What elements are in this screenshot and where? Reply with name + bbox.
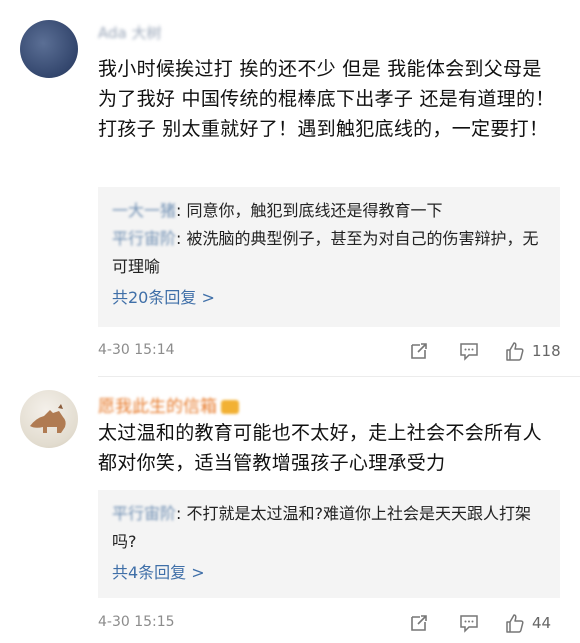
like-count: 44 <box>532 614 552 632</box>
view-more-replies-link[interactable]: 共20条回复 > <box>112 283 546 313</box>
wolf-icon <box>30 404 66 433</box>
comment-2: 愿我此生的信箱 太过温和的教育可能也不太好，走上社会不会所有人都对你笑，适当管教… <box>0 376 580 643</box>
comment-text: 太过温和的教育可能也不太好，走上社会不会所有人都对你笑，适当管教增强孩子心理承受… <box>98 422 542 474</box>
comment-icon[interactable] <box>458 612 480 634</box>
reply-username[interactable]: 一大一猪 <box>112 197 176 225</box>
share-icon[interactable] <box>408 340 430 362</box>
vip-badge-icon <box>221 400 239 414</box>
view-more-replies-link[interactable]: 共4条回复 > <box>112 558 546 588</box>
reply-item[interactable]: 平行宙阶: 不打就是太过温和?难道你上社会是天天跟人打架吗? <box>112 500 546 556</box>
username[interactable]: Ada 大树 <box>98 22 161 43</box>
like-icon[interactable] <box>504 340 526 362</box>
comment-meta: 4-30 15:15 44 <box>98 612 560 636</box>
comment-meta: 4-30 15:14 118 <box>98 340 561 364</box>
like-icon[interactable] <box>504 612 526 634</box>
share-icon[interactable] <box>408 612 430 634</box>
reply-box[interactable]: 平行宙阶: 不打就是太过温和?难道你上社会是天天跟人打架吗? 共4条回复 > <box>98 490 560 598</box>
reply-username[interactable]: 平行宙阶 <box>112 225 176 253</box>
reply-username[interactable]: 平行宙阶 <box>112 500 176 528</box>
reply-item[interactable]: 平行宙阶: 被洗脑的典型例子，甚至为对自己的伤害辩护，无可理喻 <box>112 225 546 281</box>
reply-box[interactable]: 一大一猪: 同意你，触犯到底线还是得教育一下 平行宙阶: 被洗脑的典型例子，甚至… <box>98 187 560 327</box>
comment-1: Ada 大树 我小时候挨过打 挨的还不少 但是 我能体会到父母是为了我好 中国传… <box>0 0 580 380</box>
username[interactable]: 愿我此生的信箱 <box>98 392 239 417</box>
like-count: 118 <box>532 342 561 360</box>
comment-icon[interactable] <box>458 340 480 362</box>
reply-item[interactable]: 一大一猪: 同意你，触犯到底线还是得教育一下 <box>112 197 546 225</box>
timestamp: 4-30 15:14 <box>98 342 175 358</box>
comment-text: 我小时候挨过打 挨的还不少 但是 我能体会到父母是为了我好 中国传统的棍棒底下出… <box>98 58 555 140</box>
timestamp: 4-30 15:15 <box>98 614 175 630</box>
reply-text: : 同意你，触犯到底线还是得教育一下 <box>176 201 443 220</box>
avatar[interactable] <box>20 390 78 448</box>
username-text[interactable]: 愿我此生的信箱 <box>98 397 217 417</box>
avatar[interactable] <box>20 20 78 78</box>
